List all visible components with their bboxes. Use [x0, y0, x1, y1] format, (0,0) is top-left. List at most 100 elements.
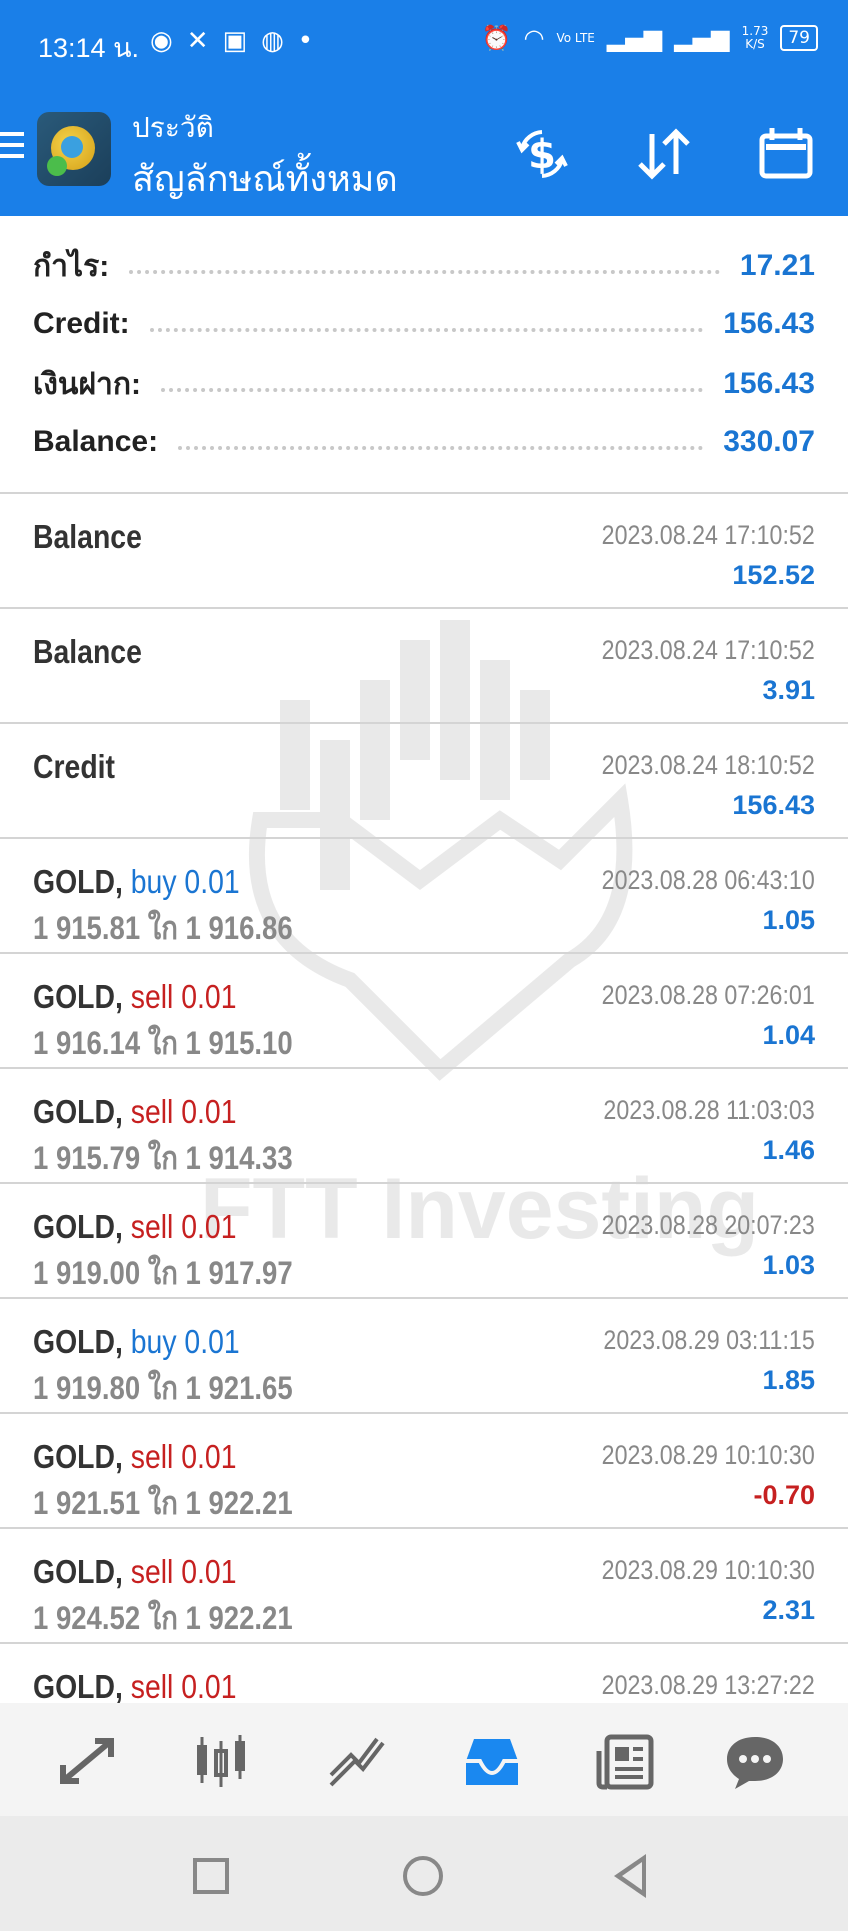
row-time: 2023.08.29 10:10:30: [601, 1555, 815, 1585]
row-side: buy: [130, 863, 177, 900]
dot-icon: •: [297, 26, 328, 56]
row-side: sell: [130, 978, 174, 1015]
row-side: sell: [130, 1668, 174, 1703]
news-icon[interactable]: [592, 1731, 662, 1791]
row-symbol: GOLD,: [33, 1208, 123, 1245]
row-volume: 0.01: [181, 1438, 237, 1475]
price-arrow: ใก: [147, 1600, 178, 1636]
row-time: 2023.08.29 03:11:15: [603, 1325, 815, 1355]
history-row[interactable]: GOLD, sell 0.01 1 919.00 ใก 1 917.97 202…: [0, 1184, 848, 1299]
history-row[interactable]: GOLD, sell 0.01 1 924.52 ใก 1 922.21 202…: [0, 1529, 848, 1644]
row-profit: 156.43: [732, 790, 815, 820]
row-time: 2023.08.28 07:26:01: [601, 980, 815, 1010]
history-row[interactable]: Credit 2023.08.24 18:10:52 156.43: [0, 724, 848, 839]
row-symbol: GOLD,: [33, 1323, 123, 1360]
home-icon[interactable]: [403, 1856, 443, 1896]
account-summary: กำไร: 17.21 Credit: 156.43 เงินฝาก: 156.43 …: [0, 216, 848, 494]
row-volume: 0.01: [181, 1553, 237, 1590]
row-side: sell: [130, 1553, 174, 1590]
price-arrow: ใก: [147, 1025, 178, 1061]
currency-exchange-icon[interactable]: $: [512, 124, 572, 184]
row-profit: 1.85: [762, 1365, 815, 1395]
row-volume: 0.01: [181, 1668, 237, 1703]
notification-icons: ◉✕▣◍•: [150, 26, 327, 56]
row-side: sell: [130, 1438, 174, 1475]
row-symbol: GOLD,: [33, 1553, 123, 1590]
status-bar: 13:14 น. ◉✕▣◍• ⏰ ◠ Vo LTE ▂▄▆ ▂▄▆ 1.73 K/…: [0, 0, 848, 86]
price-arrow: ใก: [147, 1140, 178, 1176]
status-time: 13:14 น.: [38, 33, 140, 63]
row-volume: 0.01: [181, 978, 237, 1015]
row-open-price: 1 919.00: [33, 1255, 141, 1291]
summary-balance: Balance: 330.07: [33, 425, 815, 458]
row-profit: 2.31: [762, 1595, 815, 1625]
sort-icon[interactable]: [634, 124, 694, 184]
line-icon: ◉: [150, 26, 187, 56]
row-close-price: 1 922.21: [185, 1600, 293, 1636]
price-arrow: ใก: [147, 1370, 178, 1406]
row-side: sell: [130, 1208, 174, 1245]
row-open-price: 1 924.52: [33, 1600, 141, 1636]
history-icon[interactable]: [457, 1731, 527, 1791]
row-profit: 1.03: [762, 1250, 815, 1280]
row-profit: -0.70: [753, 1480, 815, 1510]
bottom-navigation: [0, 1703, 848, 1816]
history-row[interactable]: Balance 2023.08.24 17:10:52 3.91: [0, 609, 848, 724]
network-speed: 1.73 K/S: [741, 24, 769, 51]
seven-eleven-icon: ▣: [222, 26, 262, 56]
row-open-price: 1 915.79: [33, 1140, 141, 1176]
row-symbol: GOLD,: [33, 1093, 123, 1130]
row-time: 2023.08.28 06:43:10: [601, 865, 815, 895]
summary-profit: กำไร: 17.21: [33, 249, 815, 283]
x-app-icon: ✕: [186, 26, 223, 56]
row-profit: 152.52: [732, 560, 815, 590]
signal-icon: ▂▄▆: [674, 24, 730, 52]
history-row[interactable]: GOLD, sell 0.01 1 916.14 ใก 1 915.10 202…: [0, 954, 848, 1069]
row-close-price: 1 917.97: [185, 1255, 293, 1291]
row-time: 2023.08.28 11:03:03: [603, 1095, 815, 1125]
row-profit: 3.91: [762, 675, 815, 705]
row-symbol: GOLD,: [33, 863, 123, 900]
back-icon[interactable]: [614, 1854, 646, 1898]
row-close-price: 1 921.65: [185, 1370, 293, 1406]
row-symbol: GOLD,: [33, 978, 123, 1015]
history-row[interactable]: GOLD, buy 0.01 1 919.80 ใก 1 921.65 2023…: [0, 1299, 848, 1414]
recents-icon[interactable]: [193, 1858, 229, 1894]
price-arrow: ใก: [147, 910, 178, 946]
system-navigation: [0, 1816, 848, 1931]
analytics-icon[interactable]: [322, 1731, 392, 1791]
signal-icon: ▂▄▆: [606, 24, 663, 52]
row-time: 2023.08.29 13:27:22: [601, 1670, 815, 1700]
page-title[interactable]: สัญลักษณ์ทั้งหมด: [132, 150, 398, 207]
price-arrow: ใก: [147, 1485, 178, 1521]
history-row[interactable]: Balance 2023.08.24 17:10:52 152.52: [0, 494, 848, 609]
chart-icon[interactable]: [186, 1731, 256, 1791]
price-arrow: ใก: [147, 1255, 178, 1291]
system-icons: ⏰ ◠ Vo LTE ▂▄▆ ▂▄▆ 1.73 K/S 79: [482, 24, 818, 52]
row-time: 2023.08.29 10:10:30: [601, 1440, 815, 1470]
wifi-icon: ◠: [523, 24, 545, 52]
row-volume: 0.01: [184, 1323, 240, 1360]
row-open-price: 1 921.51: [33, 1485, 141, 1521]
row-symbol: Credit: [33, 748, 115, 785]
calendar-icon[interactable]: [756, 124, 816, 184]
row-side: sell: [130, 1093, 174, 1130]
summary-credit: Credit: 156.43: [33, 307, 815, 340]
history-row[interactable]: GOLD, sell 0.01 2023.08.29 13:27:22: [0, 1644, 848, 1703]
row-volume: 0.01: [181, 1208, 237, 1245]
row-symbol: GOLD,: [33, 1438, 123, 1475]
row-profit: 1.04: [762, 1020, 815, 1050]
row-volume: 0.01: [181, 1093, 237, 1130]
row-time: 2023.08.24 17:10:52: [601, 635, 815, 665]
history-row[interactable]: GOLD, sell 0.01 1 915.79 ใก 1 914.33 202…: [0, 1069, 848, 1184]
row-symbol: Balance: [33, 518, 142, 555]
trade-icon[interactable]: [52, 1731, 122, 1791]
menu-icon[interactable]: [0, 132, 24, 162]
row-open-price: 1 919.80: [33, 1370, 141, 1406]
chat-icon[interactable]: [720, 1731, 790, 1791]
metatrader-logo: [37, 112, 111, 186]
row-volume: 0.01: [184, 863, 240, 900]
history-row[interactable]: GOLD, sell 0.01 1 921.51 ใก 1 922.21 202…: [0, 1414, 848, 1529]
row-profit: 1.05: [762, 905, 815, 935]
history-row[interactable]: GOLD, buy 0.01 1 915.81 ใก 1 916.86 2023…: [0, 839, 848, 954]
